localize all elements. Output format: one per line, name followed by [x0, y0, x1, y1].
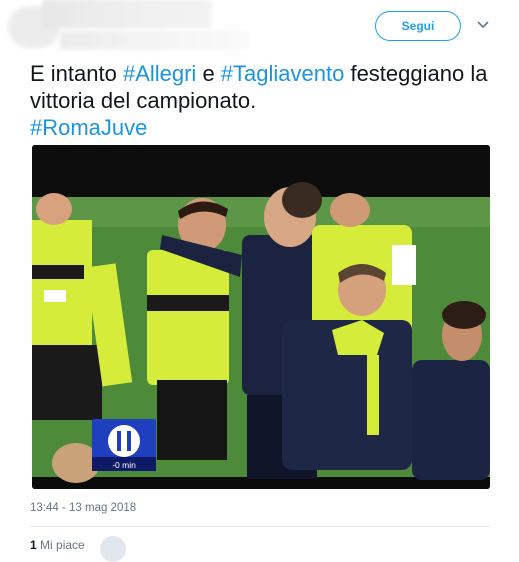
photo-scene: -0 min: [32, 145, 490, 489]
tweet-text-segment: e: [196, 61, 221, 86]
liker-avatar[interactable]: [100, 536, 126, 562]
hashtag-romajuve[interactable]: #RomaJuve: [30, 115, 147, 140]
hashtag-tagliavento[interactable]: #Tagliavento: [221, 61, 345, 86]
chevron-down-icon[interactable]: [474, 16, 492, 34]
tweet-text: E intanto #Allegri e #Tagliavento festeg…: [30, 60, 500, 141]
tweet-timestamp[interactable]: 13:44 - 13 mag 2018: [30, 502, 136, 514]
author-handle-redacted: [60, 30, 250, 50]
divider: [30, 526, 490, 527]
hashtag-allegri[interactable]: #Allegri: [123, 61, 196, 86]
follow-button[interactable]: Segui: [375, 11, 461, 41]
tweet-text-segment: E intanto: [30, 61, 123, 86]
scoreboard-time: -0 min: [112, 460, 136, 470]
author-name-redacted[interactable]: [42, 0, 212, 28]
tweet-photo[interactable]: -0 min: [32, 145, 490, 489]
tweet-header: Segui: [0, 0, 519, 55]
